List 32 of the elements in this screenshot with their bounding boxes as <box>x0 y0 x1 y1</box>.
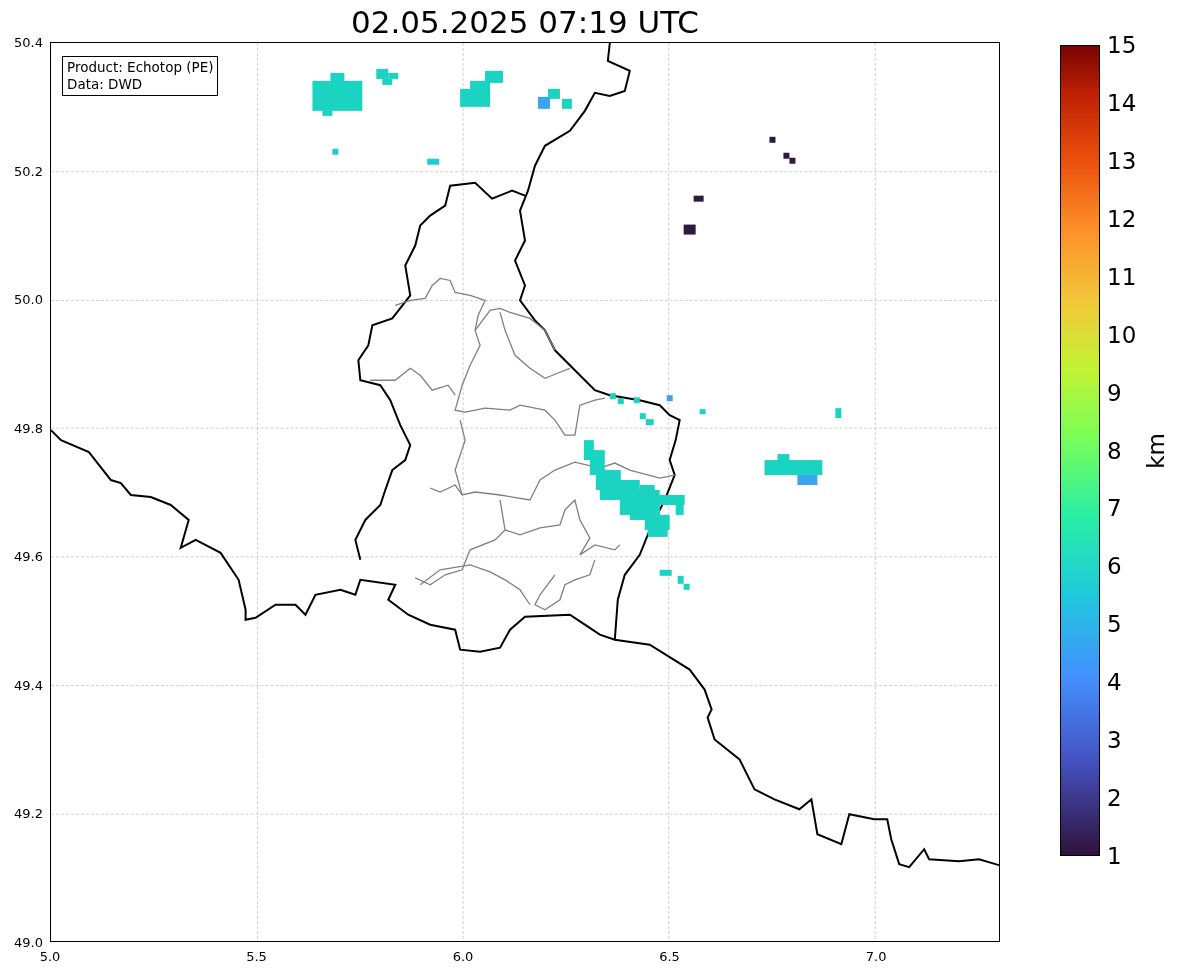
colorbar-tick-label: 13 <box>1107 149 1137 173</box>
colorbar-tick-label: 12 <box>1107 207 1137 231</box>
y-axis-tick-label: 49.0 <box>14 934 43 950</box>
colorbar-tick-label: 6 <box>1107 554 1122 578</box>
colorbar-tick-label: 14 <box>1107 91 1137 115</box>
chart-title: 02.05.2025 07:19 UTC <box>350 3 700 42</box>
y-axis-tick-label: 50.0 <box>14 291 43 307</box>
y-axis-tick-label: 50.2 <box>14 163 43 179</box>
y-axis-tick-label: 49.4 <box>14 677 43 693</box>
colorbar-tick-label: 9 <box>1107 381 1122 405</box>
x-axis-tick-label: 7.0 <box>865 949 887 964</box>
colorbar-tick-label: 10 <box>1107 323 1137 347</box>
colorbar-tick-label: 3 <box>1107 728 1122 752</box>
colorbar-tick-label: 1 <box>1107 844 1122 868</box>
info-text: Product: Echotop (PE) <box>67 59 214 76</box>
y-axis-tick-label: 49.6 <box>14 548 43 564</box>
x-axis-tick-label: 6.0 <box>452 949 474 964</box>
y-axis-tick-label: 49.8 <box>14 420 43 436</box>
colorbar-tick-label: 8 <box>1107 439 1122 462</box>
colorbar-tick-label: 11 <box>1107 265 1137 289</box>
x-axis-tick-label: 5.0 <box>39 949 61 964</box>
x-axis-tick-label: 5.5 <box>246 949 267 964</box>
colorbar-tick-label: 5 <box>1107 612 1122 636</box>
x-axis-tick-label: 6.5 <box>659 949 680 964</box>
colorbar-tick-label: 7 <box>1107 496 1122 520</box>
y-axis-tick-label: 49.2 <box>14 805 43 821</box>
colorbar-tick-label: 2 <box>1107 786 1122 810</box>
info-text: Data: DWD <box>67 76 144 93</box>
colorbar-unit-label: km <box>1142 432 1169 469</box>
y-axis-tick-label: 50.4 <box>14 34 43 50</box>
colorbar-tick-label: 15 <box>1107 33 1137 57</box>
colorbar-tick-label: 4 <box>1107 670 1122 694</box>
